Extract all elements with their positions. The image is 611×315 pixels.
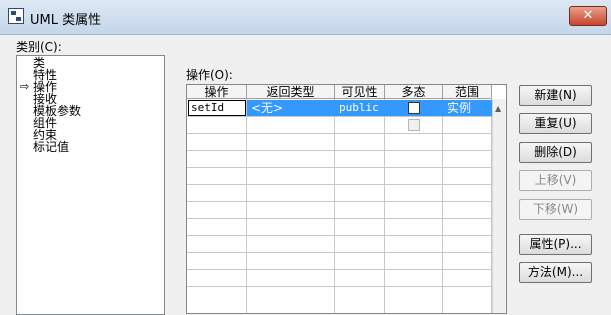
move-up-button[interactable]: 上移(V) bbox=[519, 170, 592, 191]
categories-label: 类别(C): bbox=[16, 40, 62, 54]
uml-class-icon bbox=[8, 8, 24, 24]
visibility-cell[interactable]: public bbox=[339, 100, 379, 116]
grid-column-line bbox=[384, 99, 385, 313]
grid-row-line bbox=[187, 201, 492, 202]
scope-cell[interactable]: 实例 bbox=[447, 100, 471, 116]
column-header-scope[interactable]: 范围 bbox=[443, 85, 492, 99]
polymorphic-checkbox-new-row bbox=[408, 119, 420, 131]
selected-arrow-icon: ⇨ bbox=[20, 80, 30, 93]
column-header-polymorphic[interactable]: 多态 bbox=[385, 85, 443, 99]
grid-row-line bbox=[187, 167, 492, 168]
title-bar: UML 类属性 ✕ bbox=[0, 0, 611, 35]
methods-button[interactable]: 方法(M)... bbox=[519, 262, 592, 283]
polymorphic-checkbox[interactable] bbox=[408, 102, 420, 114]
grid-row-line bbox=[187, 150, 492, 151]
delete-button[interactable]: 删除(D) bbox=[519, 142, 592, 163]
operations-grid[interactable]: 操作 返回类型 可见性 多态 范围 setId <无> public 实例 ▲ bbox=[186, 84, 507, 314]
grid-row-line bbox=[187, 286, 492, 287]
grid-row-line bbox=[187, 252, 492, 253]
grid-column-line bbox=[442, 99, 443, 313]
properties-button[interactable]: 属性(P)... bbox=[519, 234, 592, 255]
close-button[interactable]: ✕ bbox=[569, 6, 607, 26]
window-title: UML 类属性 bbox=[30, 13, 102, 28]
grid-column-line bbox=[334, 99, 335, 313]
grid-row-line bbox=[187, 116, 492, 117]
operations-label: 操作(O): bbox=[186, 68, 233, 82]
move-down-button[interactable]: 下移(W) bbox=[519, 199, 592, 220]
grid-row-line bbox=[187, 184, 492, 185]
grid-row-line bbox=[187, 133, 492, 134]
grid-row-line bbox=[187, 218, 492, 219]
grid-vertical-scrollbar[interactable]: ▲ bbox=[492, 99, 506, 313]
scroll-up-arrow-icon[interactable]: ▲ bbox=[495, 105, 501, 113]
categories-tree[interactable]: 类 特性 ⇨ 操作 接收 模板参数 组件 约束 标记值 bbox=[16, 55, 165, 315]
grid-row-line bbox=[187, 269, 492, 270]
column-header-return-type[interactable]: 返回类型 bbox=[247, 85, 335, 99]
duplicate-button[interactable]: 重复(U) bbox=[519, 113, 592, 134]
category-tagged-values[interactable]: 标记值 bbox=[33, 141, 69, 153]
grid-column-line bbox=[246, 99, 247, 313]
column-header-operation[interactable]: 操作 bbox=[187, 85, 247, 99]
operation-name-input[interactable]: setId bbox=[188, 100, 246, 116]
new-button[interactable]: 新建(N) bbox=[519, 85, 592, 106]
column-header-visibility[interactable]: 可见性 bbox=[335, 85, 385, 99]
grid-row-line bbox=[187, 235, 492, 236]
return-type-cell[interactable]: <无> bbox=[251, 100, 283, 116]
